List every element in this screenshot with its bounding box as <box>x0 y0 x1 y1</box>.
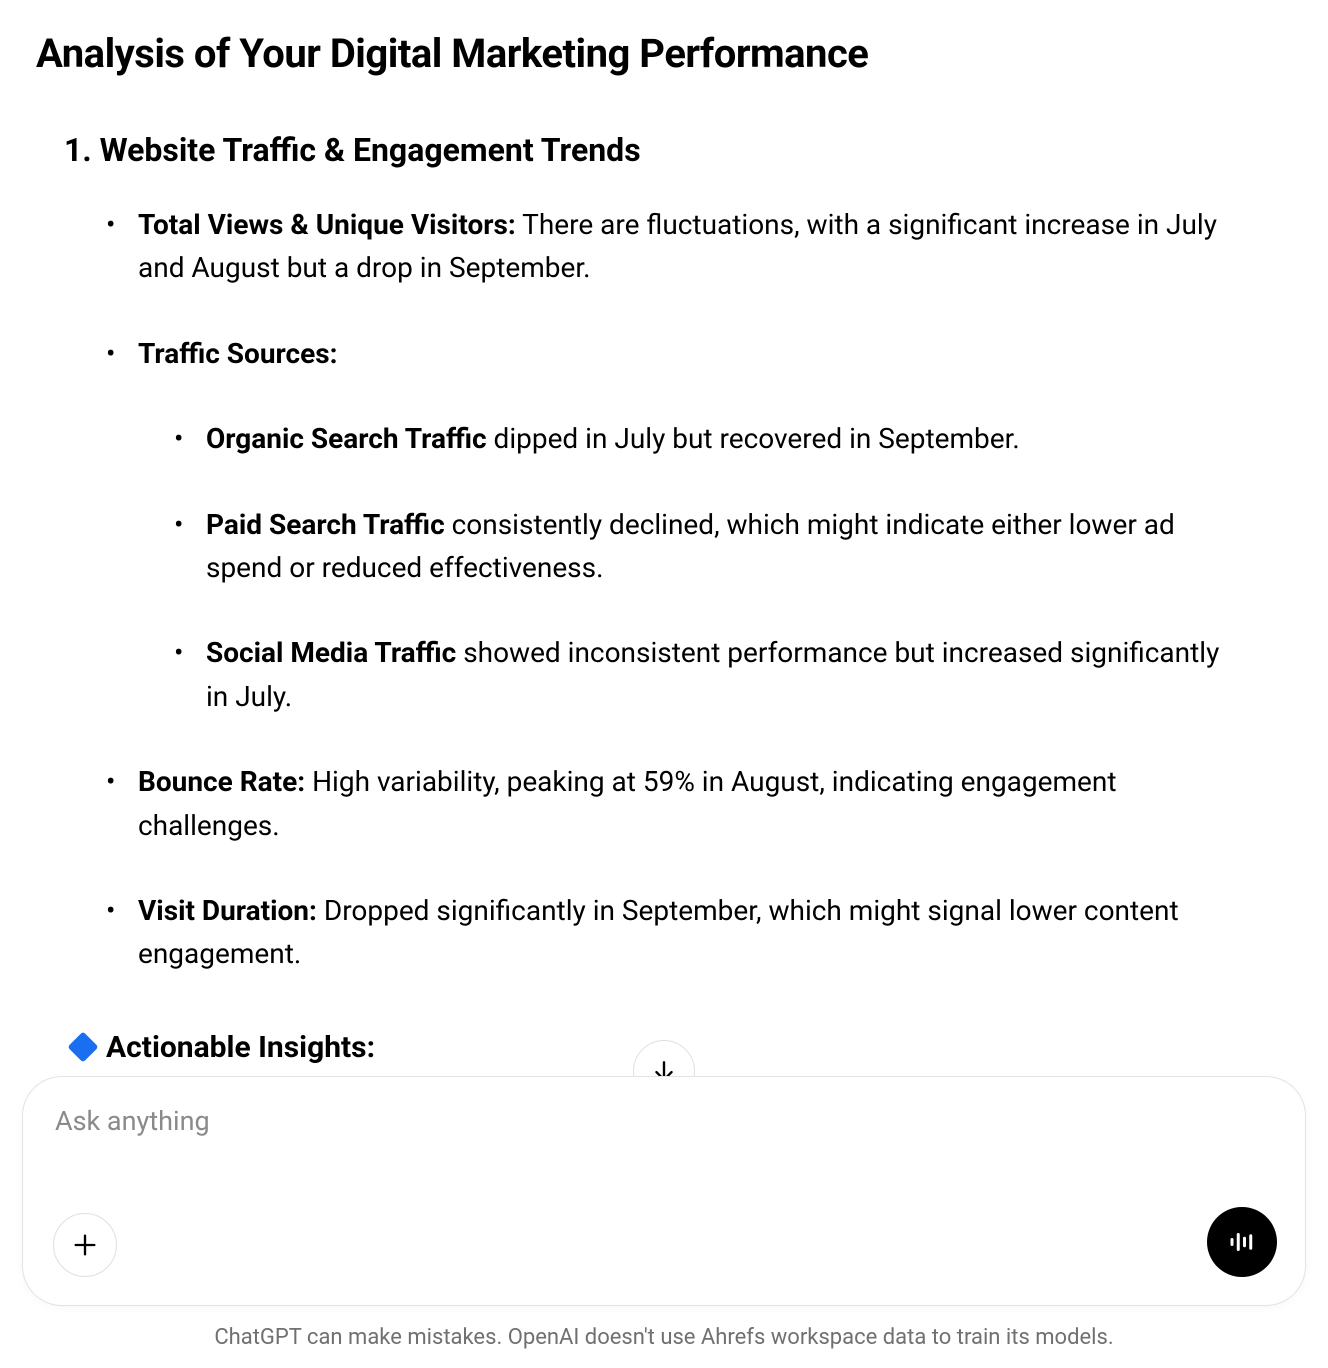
add-attachment-button[interactable] <box>53 1213 117 1277</box>
chat-input-container <box>22 1076 1306 1306</box>
item-label: Total Views & Unique Visitors: <box>138 208 516 241</box>
plus-icon <box>71 1231 99 1259</box>
list-item: Bounce Rate: High variability, peaking a… <box>106 760 1224 847</box>
main-bullet-list: Total Views & Unique Visitors: There are… <box>106 203 1224 976</box>
item-label: Traffic Sources: <box>138 337 337 370</box>
item-label: Organic Search Traffic <box>206 422 487 455</box>
chat-input[interactable] <box>55 1105 1273 1169</box>
list-item: Organic Search Traffic dipped in July bu… <box>174 417 1224 460</box>
page-title: Analysis of Your Digital Marketing Perfo… <box>36 30 1224 77</box>
section-heading: 1. Website Traffic & Engagement Trends <box>64 131 1224 169</box>
list-item: Social Media Traffic showed inconsistent… <box>174 631 1224 718</box>
waveform-icon <box>1227 1227 1257 1257</box>
list-item: Traffic Sources: Organic Search Traffic … <box>106 332 1224 718</box>
content-area: Analysis of Your Digital Marketing Perfo… <box>0 0 1260 1065</box>
diamond-icon <box>67 1032 98 1063</box>
list-item: Visit Duration: Dropped significantly in… <box>106 889 1224 976</box>
disclaimer-text: ChatGPT can make mistakes. OpenAI doesn'… <box>0 1325 1328 1350</box>
item-label: Social Media Traffic <box>206 636 456 669</box>
item-label: Bounce Rate: <box>138 765 305 798</box>
insights-label: Actionable Insights: <box>106 1030 375 1065</box>
list-item: Paid Search Traffic consistently decline… <box>174 503 1224 590</box>
item-label: Paid Search Traffic <box>206 508 445 541</box>
voice-input-button[interactable] <box>1207 1207 1277 1277</box>
item-label: Visit Duration: <box>138 894 317 927</box>
item-text: dipped in July but recovered in Septembe… <box>487 422 1020 455</box>
list-item: Total Views & Unique Visitors: There are… <box>106 203 1224 290</box>
sub-bullet-list: Organic Search Traffic dipped in July bu… <box>174 417 1224 718</box>
